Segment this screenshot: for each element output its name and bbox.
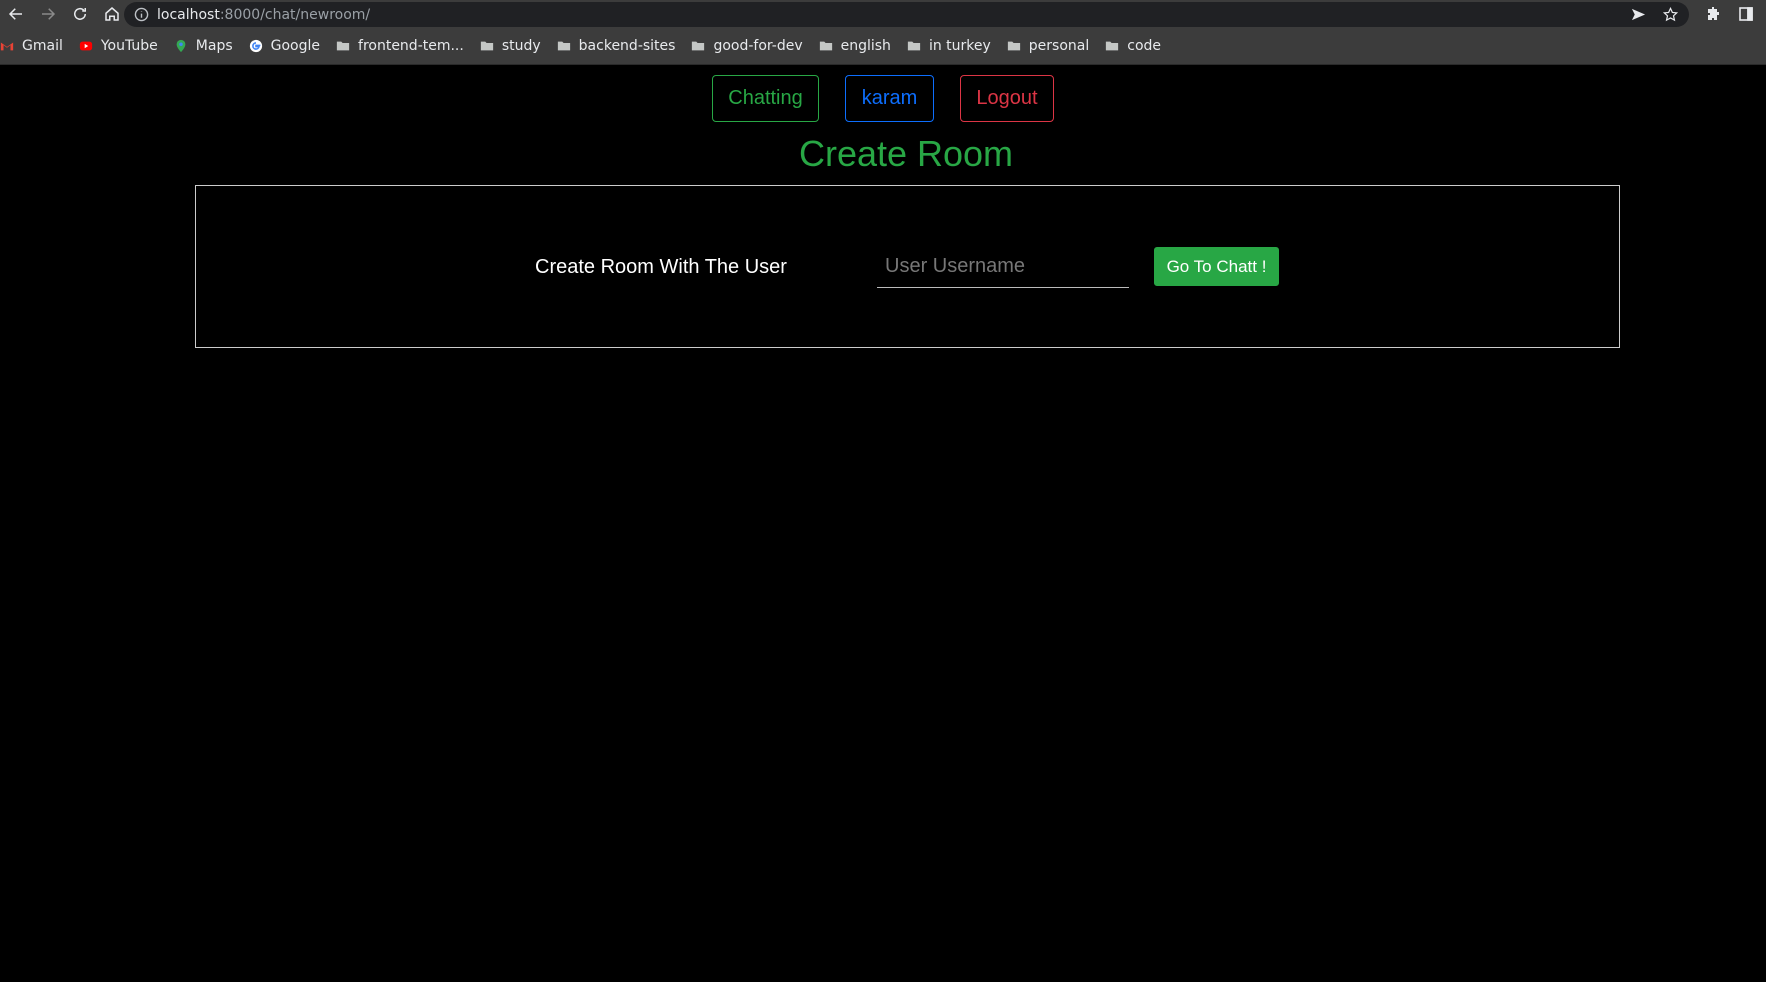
maps-icon: [174, 39, 188, 53]
bookmark-label: Gmail: [22, 38, 63, 54]
bookmark-folder-in-turkey[interactable]: in turkey: [899, 32, 999, 60]
bookmark-label: frontend-tem...: [358, 38, 464, 54]
bookmark-folder-backend[interactable]: backend-sites: [549, 32, 684, 60]
bookmark-folder-frontend[interactable]: frontend-tem...: [328, 32, 472, 60]
bookmark-maps[interactable]: Maps: [166, 32, 241, 60]
send-icon[interactable]: [1629, 5, 1647, 23]
folder-icon: [480, 39, 494, 53]
url-host: localhost: [157, 6, 220, 23]
bookmark-label: english: [840, 38, 891, 54]
bookmark-folder-personal[interactable]: personal: [999, 32, 1097, 60]
site-info-icon[interactable]: [134, 7, 149, 22]
user-profile-link[interactable]: karam: [845, 75, 934, 122]
browser-toolbar: localhost:8000/chat/newroom/: [0, 0, 1766, 28]
bookmark-label: Google: [270, 38, 321, 54]
username-input[interactable]: [877, 246, 1129, 288]
folder-icon: [1105, 39, 1119, 53]
address-bar[interactable]: localhost:8000/chat/newroom/: [124, 2, 1689, 27]
reload-button[interactable]: [64, 0, 96, 28]
extensions-icon[interactable]: [1704, 4, 1724, 24]
bookmark-folder-code[interactable]: code: [1097, 32, 1169, 60]
page-content: Chatting karam Logout Create Room Create…: [0, 65, 1766, 982]
bookmark-label: YouTube: [100, 38, 158, 54]
bookmarks-bar: Gmail YouTube Maps Google frontend-tem..…: [0, 28, 1766, 65]
forward-button[interactable]: [32, 0, 64, 28]
folder-icon: [557, 39, 571, 53]
create-room-label: Create Room With The User: [535, 256, 787, 278]
bookmark-folder-good-for-dev[interactable]: good-for-dev: [683, 32, 810, 60]
home-icon: [105, 7, 119, 21]
bookmark-label: personal: [1028, 38, 1090, 54]
side-panel-icon[interactable]: [1736, 4, 1756, 24]
bookmark-google[interactable]: Google: [241, 32, 328, 60]
bookmark-label: study: [501, 38, 541, 54]
bookmark-label: good-for-dev: [713, 38, 803, 54]
forward-arrow-icon: [42, 8, 56, 20]
bookmark-gmail[interactable]: Gmail: [0, 32, 71, 60]
top-navigation: Chatting karam Logout: [0, 75, 1766, 122]
back-arrow-icon: [8, 8, 22, 20]
create-room-form: Create Room With The User Go To Chatt !: [195, 185, 1620, 348]
youtube-icon: [79, 39, 93, 53]
bookmark-label: in turkey: [928, 38, 991, 54]
bookmark-folder-english[interactable]: english: [811, 32, 899, 60]
folder-icon: [907, 39, 921, 53]
back-button[interactable]: [0, 0, 32, 28]
folder-icon: [691, 39, 705, 53]
bookmark-label: code: [1127, 38, 1162, 54]
bookmark-label: backend-sites: [578, 38, 676, 54]
bookmark-label: Maps: [195, 38, 233, 54]
url-path: :8000/chat/newroom/: [219, 6, 371, 23]
folder-icon: [1007, 39, 1021, 53]
folder-icon: [819, 39, 833, 53]
bookmark-star-icon[interactable]: [1661, 5, 1679, 23]
page-title: Create Room: [798, 133, 1014, 174]
go-to-chat-button[interactable]: Go To Chatt !: [1154, 247, 1279, 286]
logout-link[interactable]: Logout: [960, 75, 1054, 122]
chatting-link[interactable]: Chatting: [712, 75, 819, 122]
reload-icon: [74, 7, 86, 20]
gmail-icon: [0, 39, 14, 53]
folder-icon: [336, 39, 350, 53]
bookmark-folder-study[interactable]: study: [472, 32, 549, 60]
bookmark-youtube[interactable]: YouTube: [71, 32, 166, 60]
google-icon: [249, 39, 263, 53]
